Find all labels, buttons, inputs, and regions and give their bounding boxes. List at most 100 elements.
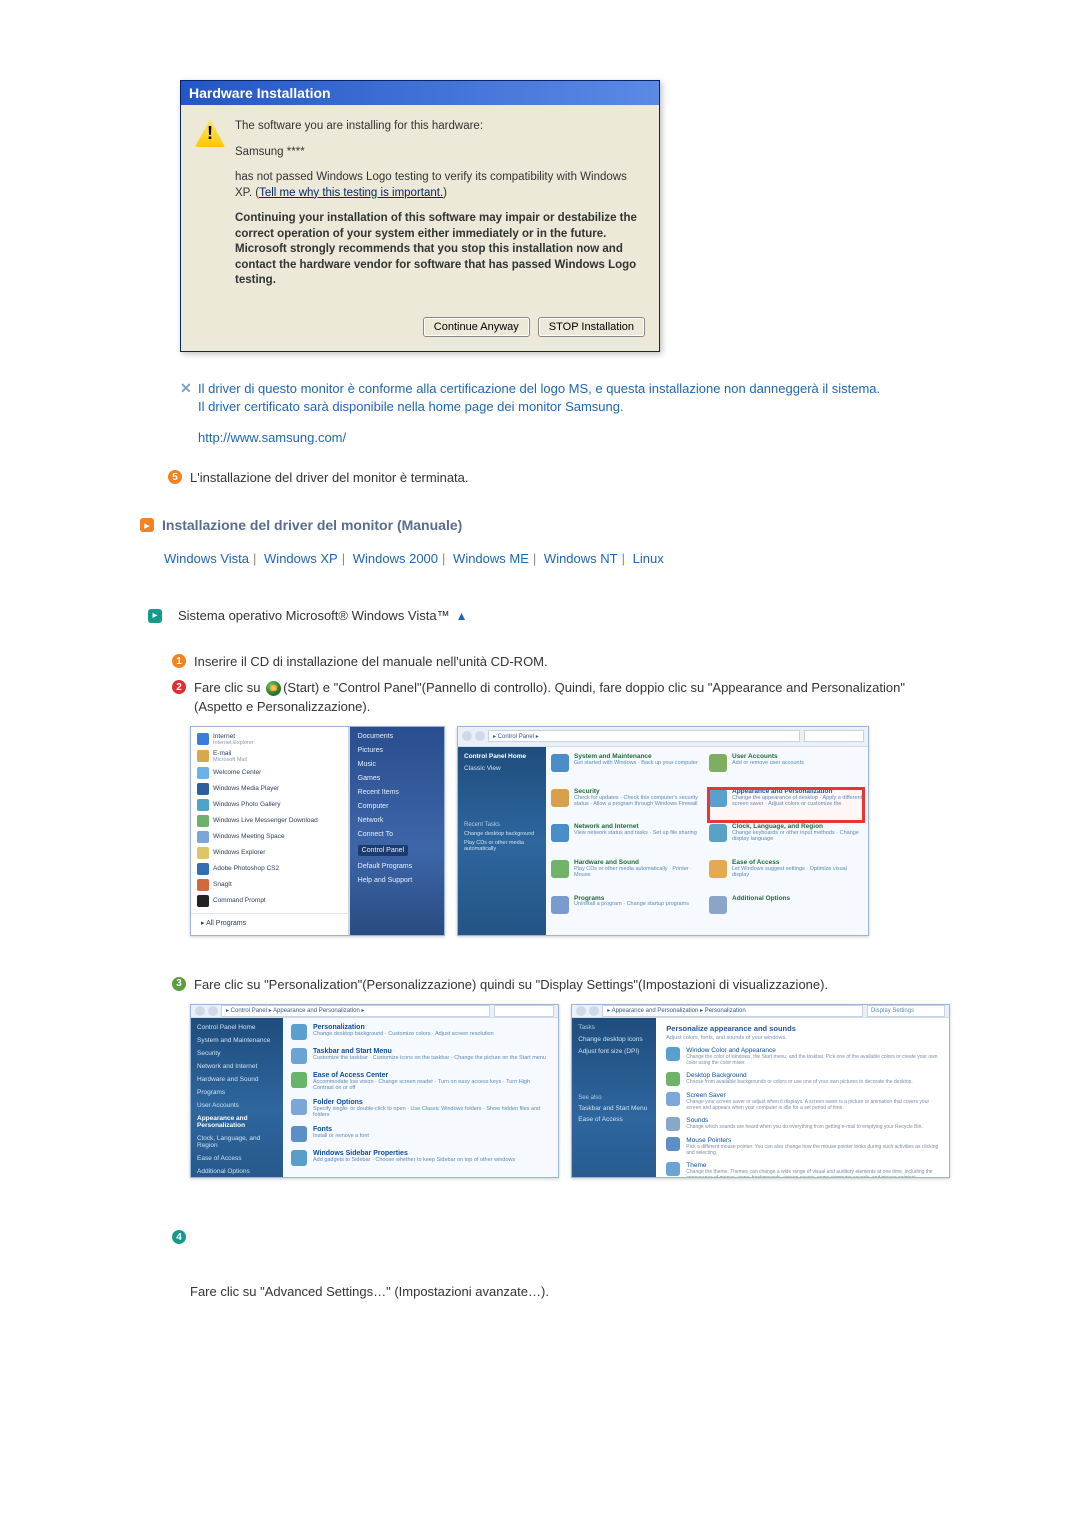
start-menu-item[interactable]: E-mailMicrosoft Mail	[191, 748, 348, 765]
start-orb-icon	[266, 681, 281, 696]
pers-side-link[interactable]: Control Panel Home	[197, 1024, 277, 1031]
continue-anyway-button[interactable]: Continue Anyway	[423, 317, 530, 337]
pers-side-link[interactable]: Ease of Access	[197, 1155, 277, 1162]
appearance-item[interactable]: FontsInstall or remove a font	[291, 1126, 550, 1142]
start-menu-right-item[interactable]: Control Panel	[358, 845, 436, 856]
nav-back-icon	[576, 1006, 586, 1016]
personalization-item[interactable]: Mouse PointersPick a different mouse poi…	[666, 1137, 939, 1156]
start-menu-right-item[interactable]: Documents	[358, 733, 436, 740]
cp-category[interactable]: Clock, Language, and RegionChange keyboa…	[708, 823, 864, 858]
pers-side-link[interactable]: Network and Internet	[197, 1063, 277, 1070]
all-programs[interactable]: ▸ All Programs	[191, 913, 348, 932]
cp-category[interactable]: SecurityCheck for updates · Check this c…	[550, 788, 706, 823]
warning-icon: !	[195, 119, 225, 147]
see-also-link[interactable]: Ease of Access	[578, 1116, 650, 1123]
start-menu-right-item[interactable]: Recent Items	[358, 789, 436, 796]
stop-installation-button[interactable]: STOP Installation	[538, 317, 645, 337]
pers-side-link[interactable]: Appearance and Personalization	[197, 1115, 277, 1129]
substep-2-badge: 2	[172, 680, 186, 694]
os-link-vista[interactable]: Windows Vista	[164, 551, 249, 566]
personalization-item[interactable]: Screen SaverChange your screen saver or …	[666, 1092, 939, 1111]
start-menu-item[interactable]: Welcome Center	[191, 765, 348, 781]
personalization-item[interactable]: Window Color and AppearanceChange the co…	[666, 1047, 939, 1066]
category-icon	[709, 896, 727, 914]
start-menu-right-item[interactable]: Games	[358, 775, 436, 782]
pers-side-link[interactable]: System and Maintenance	[197, 1037, 277, 1044]
item-icon	[666, 1092, 680, 1106]
app-icon	[197, 831, 209, 843]
cp-category[interactable]: User AccountsAdd or remove user accounts	[708, 753, 864, 787]
appearance-item[interactable]: PersonalizationChange desktop background…	[291, 1024, 550, 1040]
item-icon	[666, 1117, 680, 1131]
start-menu-item[interactable]: InternetInternet Explorer	[191, 731, 348, 748]
cp-category[interactable]: Ease of AccessLet Windows suggest settin…	[708, 859, 864, 894]
persd-side-link[interactable]: Change desktop icons	[578, 1036, 650, 1043]
cp-category[interactable]: ProgramsUninstall a program · Change sta…	[550, 895, 706, 929]
persd-side-link[interactable]: Adjust font size (DPI)	[578, 1048, 650, 1055]
item-icon	[291, 1048, 307, 1064]
see-also-link[interactable]: Taskbar and Start Menu	[578, 1105, 650, 1112]
cp-side-link[interactable]: Classic View	[464, 765, 540, 772]
personalization-heading: Personalize appearance and sounds	[666, 1024, 939, 1033]
start-menu-right-item[interactable]: Music	[358, 761, 436, 768]
start-menu-item[interactable]: Windows Photo Gallery	[191, 797, 348, 813]
appearance-item[interactable]: Windows Sidebar PropertiesAdd gadgets to…	[291, 1150, 550, 1166]
app-icon	[197, 895, 209, 907]
section-title: Installazione del driver del monitor (Ma…	[162, 517, 462, 533]
cp-side-link[interactable]: Control Panel Home	[464, 753, 540, 760]
item-icon	[666, 1137, 680, 1151]
appearance-item[interactable]: Ease of Access CenterAccommodate low vis…	[291, 1072, 550, 1091]
start-menu-item[interactable]: Windows Media Player	[191, 781, 348, 797]
os-link-me[interactable]: Windows ME	[453, 551, 529, 566]
cp-category[interactable]: Additional Options	[708, 895, 864, 929]
pers-side-link[interactable]: Clock, Language, and Region	[197, 1135, 277, 1149]
recent-task[interactable]: Play CDs or other media automatically	[464, 840, 540, 852]
recent-task[interactable]: Change desktop background	[464, 831, 540, 837]
step-5-text: L'installazione del driver del monitor è…	[190, 469, 469, 487]
category-icon	[551, 896, 569, 914]
start-menu-right-item[interactable]: Network	[358, 817, 436, 824]
category-icon	[551, 860, 569, 878]
pers-side-link[interactable]: Security	[197, 1050, 277, 1057]
step-5-badge: 5	[168, 470, 182, 484]
dialog-device: Samsung ****	[235, 145, 645, 161]
personalization-item[interactable]: SoundsChange which sounds are heard when…	[666, 1117, 939, 1131]
start-menu-right-item[interactable]: Default Programs	[358, 863, 436, 870]
start-menu-item[interactable]: SnagIt	[191, 877, 348, 893]
os-link-linux[interactable]: Linux	[633, 551, 664, 566]
start-menu-right-item[interactable]: Computer	[358, 803, 436, 810]
start-menu-right-item[interactable]: Pictures	[358, 747, 436, 754]
start-menu-item[interactable]: Adobe Photoshop CS2	[191, 861, 348, 877]
personalization-item[interactable]: Desktop BackgroundChoose from available …	[666, 1072, 939, 1086]
os-link-nt[interactable]: Windows NT	[544, 551, 618, 566]
start-menu-item[interactable]: Windows Meeting Space	[191, 829, 348, 845]
app-icon	[197, 847, 209, 859]
search-box: Display Settings	[867, 1005, 945, 1017]
start-menu-item[interactable]: Command Prompt	[191, 893, 348, 909]
start-search-input[interactable]: Start Search	[199, 935, 340, 936]
item-icon	[291, 1150, 307, 1166]
personalization-item[interactable]: ThemeChange the theme. Themes can change…	[666, 1162, 939, 1178]
start-menu-item[interactable]: Windows Live Messenger Download	[191, 813, 348, 829]
start-menu-right-item[interactable]: Help and Support	[358, 877, 436, 884]
samsung-url-link[interactable]: http://www.samsung.com/	[198, 430, 950, 445]
os-link-2000[interactable]: Windows 2000	[353, 551, 438, 566]
dialog-logo-test: has not passed Windows Logo testing to v…	[235, 170, 645, 201]
start-menu-item[interactable]: Windows Explorer	[191, 845, 348, 861]
cp-category[interactable]: Network and InternetView network status …	[550, 823, 706, 858]
pers-side-link[interactable]: User Accounts	[197, 1102, 277, 1109]
cp-category[interactable]: Hardware and SoundPlay CDs or other medi…	[550, 859, 706, 894]
start-menu-right-item[interactable]: Connect To	[358, 831, 436, 838]
appearance-item[interactable]: Folder OptionsSpecify single- or double-…	[291, 1099, 550, 1118]
pers-side-link[interactable]: Programs	[197, 1089, 277, 1096]
cp-category[interactable]: System and MaintenanceGet started with W…	[550, 753, 706, 787]
nav-forward-icon	[475, 731, 485, 741]
hardware-installation-dialog: Hardware Installation ! The software you…	[180, 80, 660, 352]
back-to-top-icon[interactable]: ▲	[456, 609, 468, 623]
pers-side-link[interactable]: Hardware and Sound	[197, 1076, 277, 1083]
os-link-xp[interactable]: Windows XP	[264, 551, 338, 566]
pers-side-link[interactable]: Additional Options	[197, 1168, 277, 1175]
tell-me-why-link[interactable]: Tell me why this testing is important.	[259, 187, 443, 199]
appearance-item[interactable]: Taskbar and Start MenuCustomize the task…	[291, 1048, 550, 1064]
cp-category[interactable]: Appearance and PersonalizationChange the…	[708, 788, 864, 823]
